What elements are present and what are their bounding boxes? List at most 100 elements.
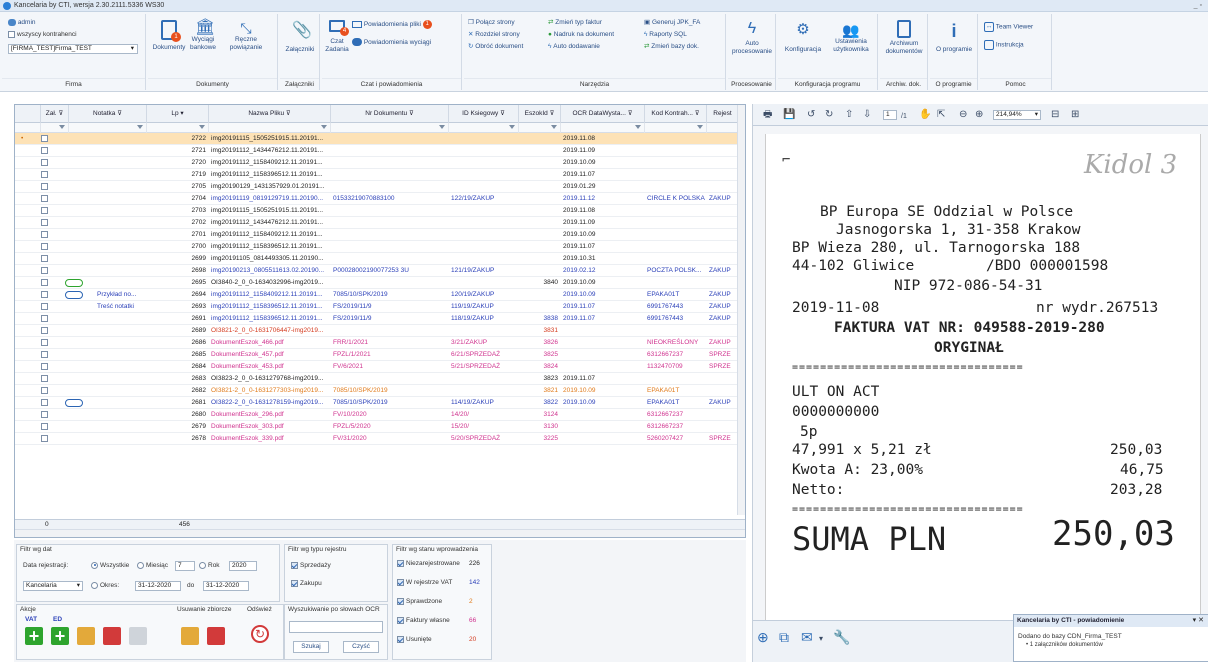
radio-button[interactable] bbox=[91, 561, 98, 569]
select-tool-icon[interactable]: ⇱ bbox=[937, 109, 945, 121]
checkbox[interactable] bbox=[397, 616, 404, 624]
row-checkbox[interactable] bbox=[41, 291, 48, 298]
user-item[interactable]: admin bbox=[8, 18, 36, 27]
filter-cell[interactable] bbox=[519, 123, 561, 133]
table-row[interactable]: 2699 img20191105_0814493305.11.20190... 20… bbox=[15, 253, 745, 265]
raporty-sql-button[interactable]: ϟ Raporty SQL bbox=[644, 30, 687, 39]
checkbox[interactable] bbox=[397, 578, 404, 586]
row-checkbox[interactable] bbox=[41, 327, 48, 334]
radio-button[interactable] bbox=[91, 581, 98, 589]
powiadomienia-pliki-button[interactable]: Powiadomienia pliki 1 bbox=[352, 20, 432, 29]
close-icon[interactable]: ▾ ✕ bbox=[1193, 615, 1204, 627]
zoom-out-icon[interactable]: ⊖ bbox=[959, 109, 967, 121]
attachment-icon[interactable] bbox=[65, 279, 83, 287]
zmien-bazy-button[interactable]: ⇄ Zmień bazy dok. bbox=[644, 42, 699, 51]
pages-icon[interactable]: ⧉ bbox=[779, 630, 789, 644]
chevron-down-icon[interactable]: ▾ bbox=[819, 633, 823, 645]
company-select[interactable]: [FIRMA_TEST]Firma_TEST ▾ bbox=[8, 44, 138, 54]
vertical-scrollbar[interactable] bbox=[737, 105, 745, 515]
fit-page-icon[interactable]: ⊟ bbox=[1051, 109, 1059, 121]
col-ocr-data[interactable]: OCR DataWysta... ⊽ bbox=[561, 105, 645, 123]
filter-cell[interactable] bbox=[449, 123, 519, 133]
radio-button[interactable] bbox=[199, 561, 206, 569]
table-row[interactable]: 2683 OI3823-2_0_0-1631279768-img2019... 38… bbox=[15, 373, 745, 385]
radio-miesiac[interactable]: Miesiąc bbox=[137, 561, 168, 571]
archive-box-icon[interactable] bbox=[77, 627, 95, 645]
o-programie-button[interactable]: i O programie bbox=[932, 22, 976, 54]
delete-icon[interactable] bbox=[103, 627, 121, 645]
szukaj-button[interactable]: Szukaj bbox=[293, 641, 329, 653]
bulk-archive-icon[interactable] bbox=[181, 627, 199, 645]
all-contractors-checkbox[interactable]: wszyscy kontrahenci bbox=[8, 30, 77, 39]
col-lp[interactable]: Lp ▾ bbox=[147, 105, 209, 123]
attachment-icon[interactable] bbox=[65, 399, 83, 407]
row-checkbox[interactable] bbox=[41, 147, 48, 154]
czysc-button[interactable]: Czyść bbox=[343, 641, 379, 653]
funnel-icon[interactable] bbox=[321, 125, 327, 129]
add-ed-icon[interactable]: + bbox=[51, 627, 69, 645]
state-filter-item[interactable]: Niezarejestrowane 226 bbox=[397, 559, 487, 571]
filter-icon[interactable]: ⊽ bbox=[117, 110, 122, 117]
date-from-input[interactable]: 31-12-2020 bbox=[135, 581, 181, 591]
row-checkbox[interactable] bbox=[41, 231, 48, 238]
radio-button[interactable] bbox=[137, 561, 144, 569]
funnel-icon[interactable] bbox=[635, 125, 641, 129]
filter-icon[interactable]: ⊽ bbox=[286, 110, 291, 117]
col-nr-dokumentu[interactable]: Nr Dokumentu ⊽ bbox=[331, 105, 449, 123]
row-checkbox[interactable] bbox=[41, 339, 48, 346]
ocr-search-input[interactable] bbox=[289, 621, 383, 633]
col-notatka[interactable]: Notatka ⊽ bbox=[69, 105, 147, 123]
window-controls[interactable]: _ ▫ bbox=[1194, 0, 1202, 12]
funnel-icon[interactable] bbox=[509, 125, 515, 129]
rotate-right-icon[interactable]: ↻ bbox=[825, 109, 833, 121]
table-row[interactable]: 2720 img20191112_1158409212.11.20191... 20… bbox=[15, 157, 745, 169]
instrukcja-button[interactable]: Instrukcja bbox=[984, 40, 1024, 50]
table-row[interactable]: 2678 DokumentEszok_339.pdf FV/31/2020 5/20/… bbox=[15, 433, 745, 445]
row-checkbox[interactable] bbox=[41, 423, 48, 430]
filter-icon[interactable]: ⊽ bbox=[550, 110, 555, 117]
table-row[interactable]: 2682 OI3821-2_0_0-1631277303-img2019... 70… bbox=[15, 385, 745, 397]
row-checkbox[interactable] bbox=[41, 375, 48, 382]
funnel-icon[interactable] bbox=[137, 125, 143, 129]
hand-tool-icon[interactable]: ✋ bbox=[919, 109, 931, 121]
radio-wszystkie[interactable]: Wszystkie bbox=[91, 561, 129, 571]
col-kod-kontrah[interactable]: Kod Kontrah... ⊽ bbox=[645, 105, 707, 123]
row-checkbox[interactable] bbox=[41, 171, 48, 178]
arrow-up-icon[interactable]: ⇧ bbox=[845, 109, 853, 121]
filter-icon[interactable]: ⊽ bbox=[58, 110, 63, 117]
zmien-typ-faktur-button[interactable]: ⇄ Zmień typ faktur bbox=[548, 18, 602, 27]
table-row[interactable]: 2721 img20191112_1434476212.11.20191... 20… bbox=[15, 145, 745, 157]
row-checkbox[interactable] bbox=[41, 399, 48, 406]
save-icon[interactable]: 💾 bbox=[783, 109, 795, 121]
row-checkbox[interactable] bbox=[41, 351, 48, 358]
arrow-down-icon[interactable]: ⇩ bbox=[863, 109, 871, 121]
filter-cell[interactable] bbox=[147, 123, 209, 133]
month-select[interactable]: 7 bbox=[175, 561, 195, 571]
czat-zadania-button[interactable]: 4 Czat Zadania bbox=[324, 20, 350, 54]
row-checkbox[interactable] bbox=[41, 255, 48, 262]
checkbox[interactable] bbox=[291, 561, 298, 569]
zoom-icon[interactable]: ⊕ bbox=[757, 630, 769, 644]
table-row[interactable]: 2691 img20191112_1158396512.11.20191... FS… bbox=[15, 313, 745, 325]
table-row[interactable]: 2695 OI3840-2_0_0-1634032996-img2019... 38… bbox=[15, 277, 745, 289]
checkbox[interactable] bbox=[397, 559, 404, 567]
sort-icon[interactable]: ▾ bbox=[180, 110, 183, 117]
radio-okres[interactable]: Okres: bbox=[91, 581, 119, 591]
row-checkbox[interactable] bbox=[41, 387, 48, 394]
print-icon[interactable]: 🖶 bbox=[763, 109, 772, 121]
row-checkbox[interactable] bbox=[41, 303, 48, 310]
filter-icon[interactable]: ⊽ bbox=[628, 110, 633, 117]
rozdziel-strony-button[interactable]: ✕ Rozdziel strony bbox=[468, 30, 520, 39]
bulk-delete-icon[interactable] bbox=[207, 627, 225, 645]
table-row[interactable]: 2685 DokumentEszok_457.pdf FPZL/1/2021 6/21… bbox=[15, 349, 745, 361]
nadruk-button[interactable]: ● Nadruk na dokument bbox=[548, 30, 614, 39]
fit-width-icon[interactable]: ⊞ bbox=[1071, 109, 1079, 121]
attachment-icon[interactable] bbox=[65, 291, 83, 299]
col-id-ksiegowy[interactable]: ID Ksiegowy ⊽ bbox=[449, 105, 519, 123]
table-row[interactable]: 2689 OI3821-2_0_0-1631706447-img2019... 38… bbox=[15, 325, 745, 337]
kancelaria-select[interactable]: Kancelaria ▾ bbox=[23, 581, 83, 591]
table-row[interactable]: 2679 DokumentEszok_303.pdf FPZL/5/2020 15/2… bbox=[15, 421, 745, 433]
state-filter-item[interactable]: Sprawdzone 2 bbox=[397, 597, 487, 609]
table-row[interactable]: 2705 img20190129_1431357929.01.20191... 20… bbox=[15, 181, 745, 193]
state-filter-item[interactable]: Usunięte 20 bbox=[397, 635, 487, 647]
